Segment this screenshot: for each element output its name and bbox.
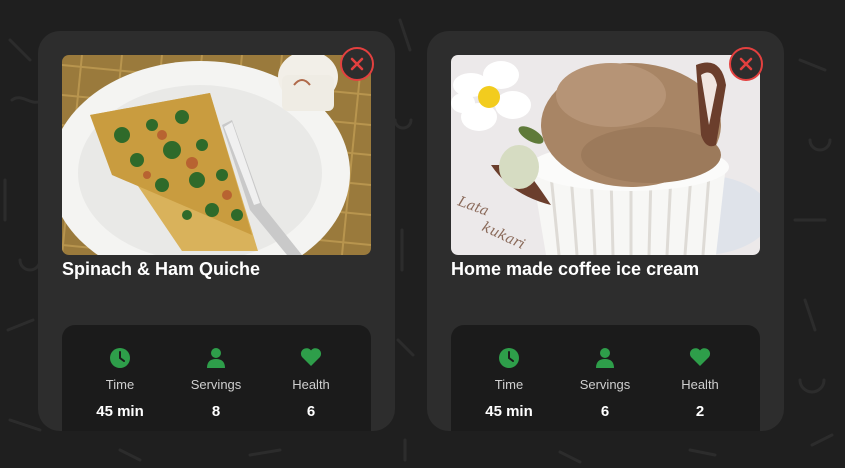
- stat-label: Health: [292, 377, 330, 392]
- stat-value: 6: [306, 403, 316, 420]
- heart-icon: [650, 347, 750, 369]
- stat-health: Health 6: [261, 347, 361, 420]
- stat-value: 45 min: [485, 403, 533, 420]
- stat-health: Health 2: [650, 347, 750, 420]
- recipe-photo-quiche[interactable]: [62, 55, 371, 255]
- stat-label: Time: [105, 377, 135, 392]
- recipe-stats: Time 45 min Servings 8 Health 6: [62, 325, 371, 431]
- person-icon: [166, 347, 266, 369]
- heart-icon: [261, 347, 361, 369]
- recipe-stats: Time 45 min Servings 6 Health 2: [451, 325, 760, 431]
- remove-recipe-button[interactable]: [729, 47, 763, 81]
- stat-value: 8: [211, 403, 221, 420]
- stat-servings: Servings 8: [166, 347, 266, 420]
- clock-icon: [70, 347, 170, 369]
- stat-value: 2: [695, 403, 705, 420]
- close-icon: [739, 57, 753, 71]
- stat-time: Time 45 min: [459, 347, 559, 420]
- stat-servings: Servings 6: [555, 347, 655, 420]
- stat-value: 45 min: [96, 403, 144, 420]
- recipe-card[interactable]: Lata kukari Home made coffee ice cream T…: [427, 31, 784, 431]
- remove-recipe-button[interactable]: [340, 47, 374, 81]
- recipe-card[interactable]: Spinach & Ham Quiche Time 45 min Serving…: [38, 31, 395, 431]
- stat-label: Health: [681, 377, 719, 392]
- stat-label: Servings: [579, 377, 631, 392]
- stat-time: Time 45 min: [70, 347, 170, 420]
- close-icon: [350, 57, 364, 71]
- stat-value: 6: [600, 403, 610, 420]
- clock-icon: [459, 347, 559, 369]
- recipe-title: Spinach & Ham Quiche: [62, 259, 261, 279]
- person-icon: [555, 347, 655, 369]
- recipe-title: Home made coffee ice cream: [451, 259, 700, 279]
- stat-label: Servings: [190, 377, 242, 392]
- stat-label: Time: [494, 377, 524, 392]
- recipe-photo-ice-cream[interactable]: Lata kukari: [451, 55, 760, 255]
